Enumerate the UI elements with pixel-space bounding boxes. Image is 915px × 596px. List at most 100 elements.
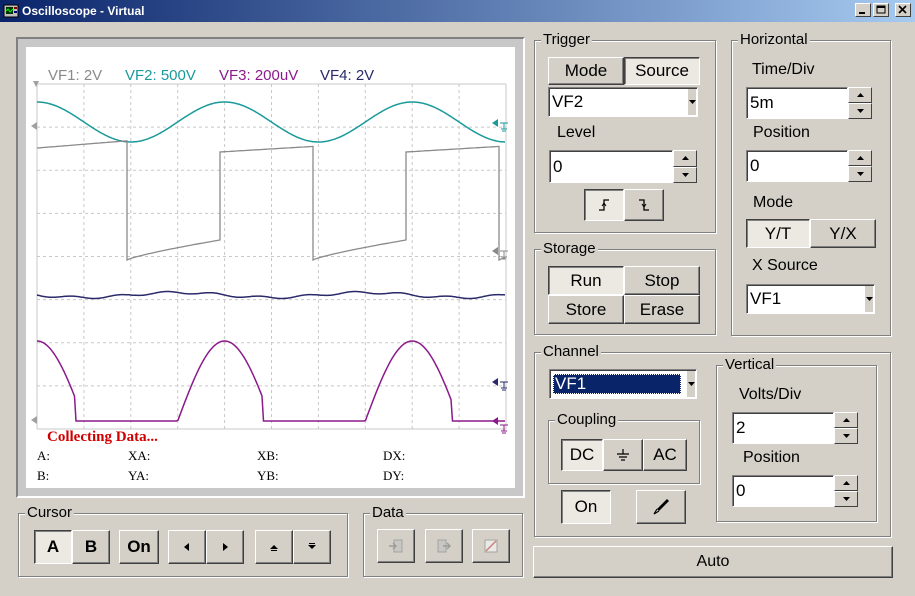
arrow-down-to-line-icon: [308, 543, 316, 549]
horizontal-position-spinner[interactable]: [848, 150, 872, 182]
coupling-ground-button[interactable]: [603, 439, 643, 471]
channel-select-dropdown[interactable]: VF1: [549, 369, 697, 399]
trigger-level-marker-icon: [31, 122, 37, 130]
trigger-source-button[interactable]: Source: [624, 57, 700, 85]
horizontal-mode-label: Mode: [753, 194, 794, 211]
scope-display[interactable]: VF1: 2V VF2: 500V VF3: 200uV VF4: 2V Col…: [26, 47, 515, 488]
coupling-ac-button[interactable]: AC: [643, 439, 687, 471]
title-bar: Oscilloscope - Virtual: [0, 0, 915, 22]
chevron-down-icon[interactable]: [686, 371, 695, 397]
minimize-button[interactable]: [855, 3, 871, 17]
trigger-level-spinner[interactable]: [673, 150, 697, 183]
channel-on-button[interactable]: On: [561, 490, 611, 524]
storage-stop-button[interactable]: Stop: [624, 266, 700, 295]
maximize-button[interactable]: [873, 3, 889, 17]
status-text: Collecting Data...: [47, 429, 158, 445]
trigger-rising-edge-button[interactable]: [584, 189, 624, 221]
data-clear-button[interactable]: [472, 529, 510, 563]
cursor-up-button[interactable]: [255, 530, 293, 564]
trigger-source-value: VF2: [552, 92, 584, 111]
cursor-left-button[interactable]: [168, 530, 206, 564]
close-button[interactable]: [895, 3, 911, 17]
spin-up-icon[interactable]: [834, 475, 858, 491]
cursor-a-button[interactable]: A: [34, 530, 72, 564]
horizontal-group-label: Horizontal: [738, 31, 810, 49]
trigger-source-dropdown[interactable]: VF2: [548, 87, 698, 117]
spin-down-icon[interactable]: [673, 166, 697, 183]
vertical-position-spinner[interactable]: [834, 475, 858, 507]
spin-up-icon[interactable]: [848, 87, 872, 103]
oscilloscope-app-icon: [3, 4, 19, 18]
readout-dy: DY:: [383, 468, 405, 483]
readout-xa: XA:: [128, 448, 151, 463]
mode-yx-button[interactable]: Y/X: [810, 219, 876, 248]
spin-up-icon[interactable]: [673, 150, 697, 167]
data-export-button[interactable]: [425, 529, 463, 563]
falling-edge-icon: [639, 199, 649, 211]
time-div-label: Time/Div: [752, 61, 815, 78]
horizontal-position-value: 0: [750, 156, 760, 175]
trigger-level-value: 0: [553, 156, 563, 176]
ground-icon: [617, 449, 629, 461]
rising-edge-icon: [599, 199, 609, 211]
coupling-group-label: Coupling: [555, 411, 619, 429]
data-import-button[interactable]: [377, 529, 415, 563]
trigger-level-input[interactable]: 0: [549, 150, 673, 183]
cursor-group-label: Cursor: [25, 504, 75, 522]
coupling-dc-button[interactable]: DC: [561, 439, 603, 471]
vertical-group-label: Vertical: [723, 356, 777, 374]
readout-a: A:: [37, 448, 50, 463]
cursor-down-button[interactable]: [293, 530, 331, 564]
cursor-b-button[interactable]: B: [72, 530, 110, 564]
trigger-level-label: Level: [557, 124, 596, 141]
chevron-down-icon[interactable]: [864, 286, 873, 312]
chevron-down-icon[interactable]: [687, 89, 696, 115]
cursor-right-button[interactable]: [206, 530, 244, 564]
cursor-on-button[interactable]: On: [119, 530, 159, 564]
vertical-position-value: 0: [736, 481, 746, 500]
volts-div-spinner[interactable]: [834, 412, 858, 444]
volts-div-input[interactable]: 2: [732, 412, 834, 444]
x-source-label: X Source: [752, 257, 818, 274]
channel-select-value: VF1: [553, 374, 681, 394]
time-div-input[interactable]: 5m: [746, 87, 848, 119]
horizontal-position-label: Position: [753, 124, 810, 141]
horizontal-position-input[interactable]: 0: [746, 150, 848, 182]
spin-up-icon[interactable]: [848, 150, 872, 166]
storage-store-button[interactable]: Store: [548, 295, 624, 324]
trigger-mode-button[interactable]: Mode: [548, 57, 624, 85]
import-icon: [389, 539, 403, 553]
export-icon: [437, 539, 451, 553]
channel-probe-button[interactable]: [636, 490, 686, 524]
spin-down-icon[interactable]: [834, 491, 858, 507]
readout-b: B:: [37, 468, 50, 483]
maximize-icon: [876, 5, 886, 14]
arrow-up-to-line-icon: [270, 545, 278, 551]
spin-down-icon[interactable]: [848, 166, 872, 182]
spin-down-icon[interactable]: [834, 428, 858, 444]
ground-marker-icon: [31, 416, 37, 424]
waveform-plot: [31, 81, 508, 434]
arrow-right-icon: [223, 543, 228, 551]
volts-div-value: 2: [736, 418, 746, 437]
x-source-dropdown[interactable]: VF1: [746, 284, 875, 314]
time-div-value: 5m: [750, 93, 774, 112]
data-group-label: Data: [370, 504, 406, 522]
storage-erase-button[interactable]: Erase: [624, 295, 700, 324]
x-source-value: VF1: [750, 289, 782, 308]
trigger-falling-edge-button[interactable]: [624, 189, 664, 221]
close-icon: [898, 5, 907, 14]
mode-yt-button[interactable]: Y/T: [746, 219, 810, 248]
vertical-position-label: Position: [743, 449, 800, 466]
readout-yb: YB:: [257, 468, 279, 483]
spin-up-icon[interactable]: [834, 412, 858, 428]
trigger-group-label: Trigger: [541, 31, 592, 49]
clear-data-icon: [484, 539, 498, 553]
vertical-position-input[interactable]: 0: [732, 475, 834, 507]
storage-run-button[interactable]: Run: [548, 266, 624, 295]
time-div-spinner[interactable]: [848, 87, 872, 119]
auto-button[interactable]: Auto: [533, 546, 893, 578]
readout-ya: YA:: [128, 468, 149, 483]
volts-div-label: Volts/Div: [739, 386, 802, 403]
spin-down-icon[interactable]: [848, 103, 872, 119]
